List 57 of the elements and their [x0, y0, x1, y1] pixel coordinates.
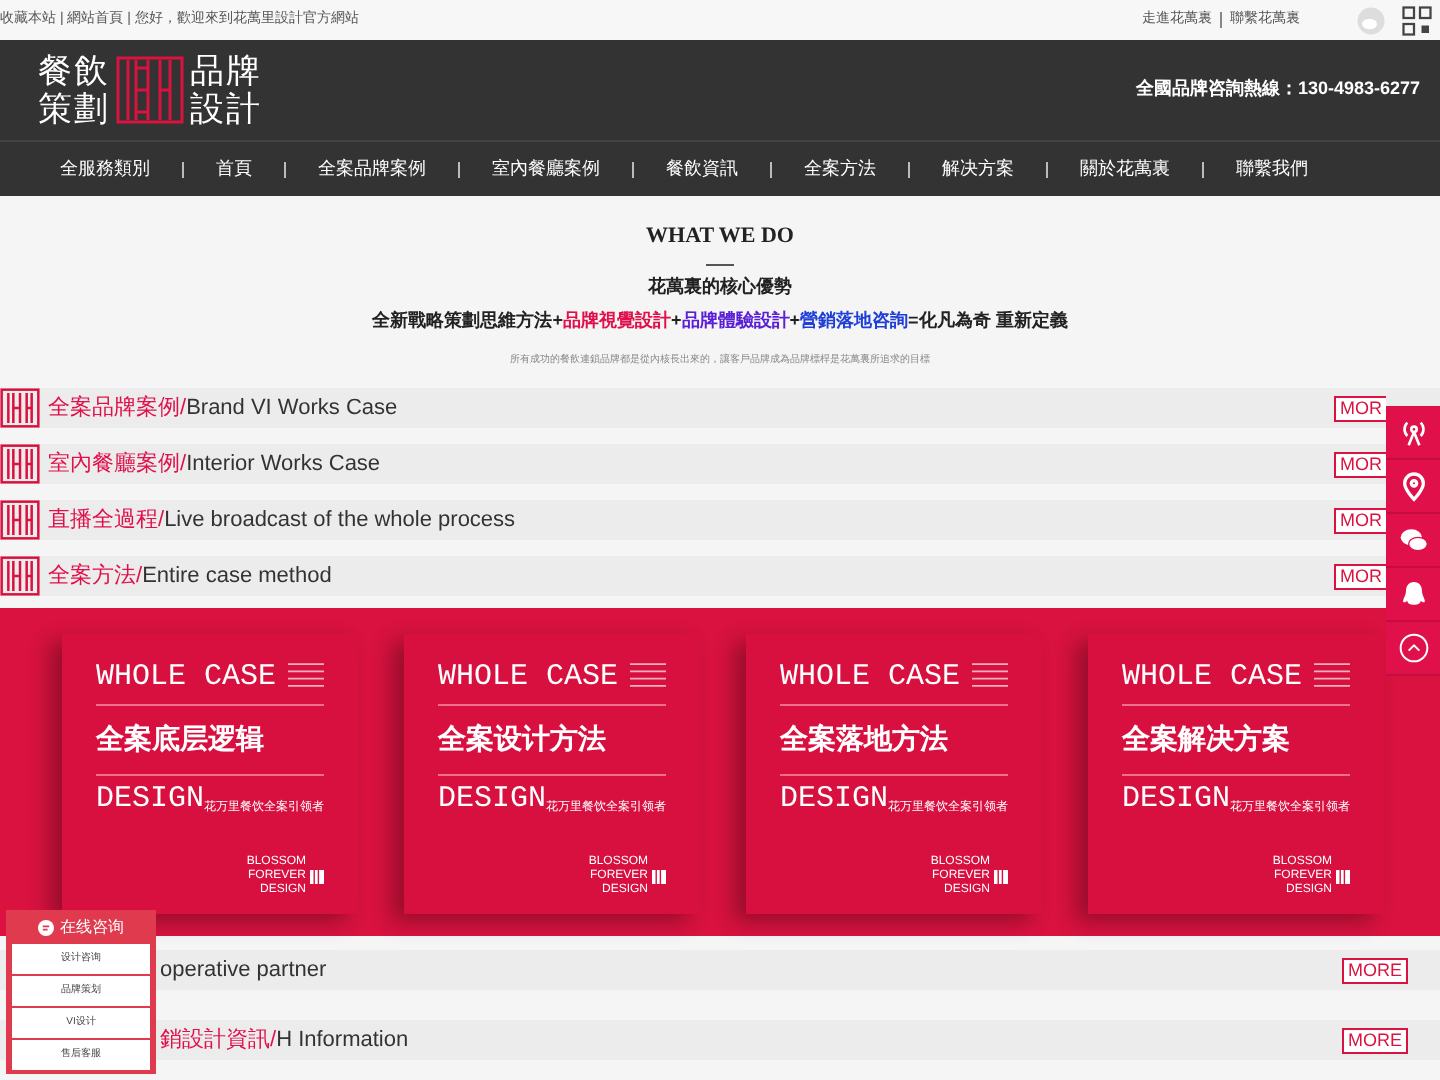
nav-item[interactable]: 全案品牌案例: [318, 155, 426, 183]
chat-icon: [38, 919, 54, 935]
small-print-drawing: [288, 662, 324, 688]
section-title[interactable]: operative partner: [160, 953, 327, 987]
logo-mark-icon: [310, 870, 324, 884]
section-title[interactable]: 全案品牌案例/Brand VI Works Case: [48, 391, 398, 425]
book-title: 全案底层逻辑: [96, 722, 264, 754]
section-title[interactable]: 直播全過程/Live broadcast of the whole process: [48, 503, 516, 537]
chat-title: 在线咨询: [60, 915, 124, 939]
small-print-drawing: [972, 662, 1008, 688]
hotline-text: 全國品牌咨詢熱線：130-4983-6277: [1135, 76, 1420, 103]
section-title[interactable]: 全案方法/Entire case method: [48, 559, 332, 593]
book-heading: WHOLE CASE: [96, 662, 277, 692]
book-heading: WHOLE CASE: [1122, 662, 1303, 692]
logo-mark-icon: [116, 56, 184, 124]
small-print-drawing: [1314, 662, 1350, 688]
more-button[interactable]: MOR: [1334, 563, 1386, 589]
qr-code-icon[interactable]: [1402, 5, 1432, 35]
book-subheading: DESIGN: [1122, 784, 1231, 814]
logo-text: 策劃: [38, 90, 110, 128]
book-title: 全案设计方法: [438, 722, 606, 754]
book-title: 全案解决方案: [1122, 722, 1290, 754]
book-subheading: DESIGN: [780, 784, 889, 814]
section-subtitle: 花萬裏的核心優勢: [648, 273, 792, 299]
section-title[interactable]: 室內餐廳案例/Interior Works Case: [48, 447, 381, 481]
nav-item[interactable]: 室內餐廳案例: [492, 155, 600, 183]
logo-text: 餐飲: [38, 52, 110, 90]
section-title[interactable]: 銷設計資訊/H Information: [160, 1023, 409, 1057]
book-subheading: DESIGN: [438, 784, 547, 814]
nav-item[interactable]: 解决方案: [942, 155, 1014, 183]
logo-mark-icon: [0, 500, 40, 540]
logo-text: 品牌: [190, 52, 262, 90]
nav-item[interactable]: 聯繫我們: [1236, 155, 1308, 183]
logo-mark-icon: [652, 870, 666, 884]
nav-item[interactable]: 餐飲資訊: [666, 155, 738, 183]
more-button[interactable]: MOR: [1334, 395, 1386, 421]
logo-mark-icon: [0, 556, 40, 596]
book-heading: WHOLE CASE: [438, 662, 619, 692]
logo-mark-icon: [994, 870, 1008, 884]
nav-item[interactable]: 首頁: [216, 155, 252, 183]
nav-item[interactable]: 關於花萬裏: [1080, 155, 1170, 183]
more-button[interactable]: MORE: [1342, 1027, 1408, 1053]
more-button[interactable]: MOR: [1334, 451, 1386, 477]
slogan-text: 全新戰略策劃思維方法+品牌視覺設計+品牌體驗設計+營銷落地咨詢=化凡為奇 重新定義: [372, 308, 1068, 334]
small-print-drawing: [630, 662, 666, 688]
logo-mark-icon: [0, 444, 40, 484]
book-heading: WHOLE CASE: [780, 662, 961, 692]
logo-mark-icon: [0, 388, 40, 428]
section-heading: WHAT WE DO: [646, 222, 794, 252]
logo-text: 設計: [190, 90, 262, 128]
nav-item[interactable]: 全案方法: [804, 155, 876, 183]
nav-item[interactable]: 全服務類別: [60, 155, 150, 183]
book-title: 全案落地方法: [780, 722, 948, 754]
book-subheading: DESIGN: [96, 784, 205, 814]
more-button[interactable]: MOR: [1334, 507, 1386, 533]
logo-mark-icon: [1336, 870, 1350, 884]
more-button[interactable]: MORE: [1342, 957, 1408, 983]
